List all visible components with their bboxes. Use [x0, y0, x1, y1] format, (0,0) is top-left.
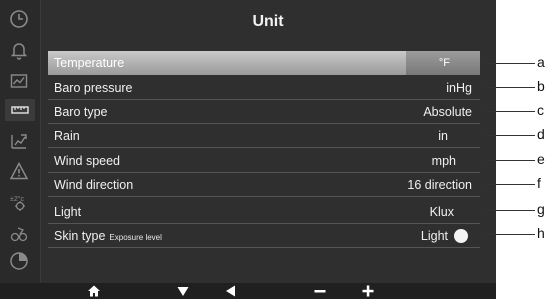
- device-screen: ±2°c Unit Temperature °F Baro pressure i…: [0, 0, 496, 299]
- row-value: 16 direction: [407, 178, 472, 192]
- row-value: Absolute: [423, 105, 472, 119]
- home-icon[interactable]: [86, 283, 102, 299]
- callout-line: [486, 87, 535, 88]
- callout-line: [486, 184, 535, 185]
- row-value: mph: [431, 154, 456, 168]
- row-divider: [48, 147, 480, 148]
- row-label: Wind direction: [54, 178, 134, 192]
- callout-line: [486, 234, 535, 235]
- calibration-icon[interactable]: [8, 130, 30, 152]
- unit-row-baro-pressure[interactable]: Baro pressure inHg: [48, 76, 480, 100]
- callout-line: [486, 111, 535, 112]
- ruler-icon[interactable]: [5, 99, 35, 121]
- page-title: Unit: [252, 13, 284, 30]
- row-value: inHg: [446, 81, 472, 95]
- row-divider: [48, 196, 480, 197]
- bottom-nav-bar: [0, 283, 496, 299]
- callout-label-c: c: [537, 102, 544, 118]
- row-value: Klux: [429, 205, 454, 219]
- unit-row-baro-type[interactable]: Baro type Absolute: [48, 100, 480, 124]
- sidebar: ±2°c: [0, 0, 41, 284]
- unit-row-skin-type[interactable]: Skin type Exposure level Light: [48, 224, 480, 248]
- callout-label-g: g: [537, 201, 545, 217]
- callout-label-a: a: [537, 54, 545, 70]
- bell-icon[interactable]: [8, 39, 30, 61]
- row-label: Baro pressure: [54, 81, 133, 95]
- callout-label-d: d: [537, 126, 545, 142]
- skin-type-label: Skin type: [54, 229, 106, 243]
- callout-label-e: e: [537, 151, 545, 167]
- left-arrow-icon[interactable]: [223, 283, 239, 299]
- plus-icon[interactable]: [360, 283, 376, 299]
- row-value: °F: [438, 57, 450, 69]
- callout-line: [486, 63, 535, 64]
- row-label: Rain: [54, 129, 80, 143]
- row-label: Baro type: [54, 105, 108, 119]
- pie-chart-icon[interactable]: [8, 250, 30, 272]
- unit-row-light[interactable]: Light Klux: [48, 200, 480, 224]
- unit-row-wind-speed[interactable]: Wind speed mph: [48, 149, 480, 173]
- down-arrow-icon[interactable]: [175, 283, 191, 299]
- temperature-offset-icon[interactable]: ±2°c: [8, 191, 30, 213]
- callout-line: [486, 210, 535, 211]
- unit-row-temperature[interactable]: Temperature °F: [48, 51, 480, 75]
- callout-label-b: b: [537, 78, 545, 94]
- callout-line: [486, 135, 535, 136]
- row-divider: [48, 247, 480, 248]
- row-label: Wind speed: [54, 154, 121, 168]
- sensor-icon[interactable]: [8, 222, 30, 244]
- unit-row-rain[interactable]: Rain in: [48, 124, 480, 148]
- row-value: Light: [420, 229, 448, 243]
- callout-label-f: f: [537, 175, 541, 191]
- row-label: Temperature: [54, 56, 125, 70]
- chart-icon[interactable]: [8, 70, 30, 92]
- row-value: in: [438, 129, 448, 143]
- exposure-level-label: Exposure level: [109, 233, 162, 242]
- callout-line: [486, 160, 535, 161]
- unit-row-wind-direction[interactable]: Wind direction 16 direction: [48, 173, 480, 197]
- warning-icon[interactable]: [8, 160, 30, 182]
- svg-text:±2°c: ±2°c: [10, 195, 25, 203]
- toggle-dot-icon[interactable]: [454, 229, 468, 243]
- minus-icon[interactable]: [312, 283, 328, 299]
- callout-label-h: h: [537, 225, 545, 241]
- clock-icon[interactable]: [8, 8, 30, 30]
- row-label: Light: [54, 205, 82, 219]
